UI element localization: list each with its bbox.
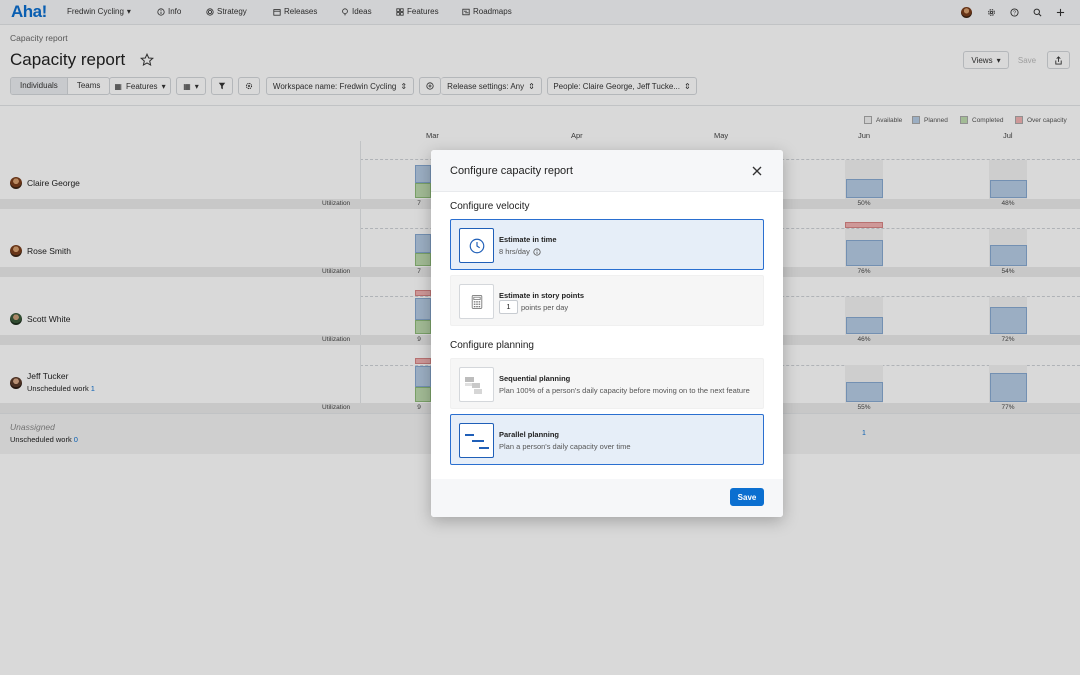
estimate-in-time-option[interactable]: Estimate in time 8 hrs/day [450, 219, 764, 270]
option-description: 1 points per day [499, 300, 568, 314]
velocity-section-title: Configure velocity [450, 201, 530, 212]
modal-header: Configure capacity report [431, 150, 783, 192]
option-description: Plan a person's daily capacity over time [499, 442, 631, 451]
configure-capacity-modal: Configure capacity report Configure velo… [431, 150, 783, 517]
points-per-day-input[interactable]: 1 [499, 300, 518, 314]
save-button[interactable]: Save [730, 488, 764, 506]
option-description: 8 hrs/day [499, 247, 541, 256]
parallel-planning-option[interactable]: Parallel planning Plan a person's daily … [450, 414, 764, 465]
calculator-icon [459, 284, 494, 319]
option-label: Parallel planning [499, 430, 560, 439]
clock-icon [459, 228, 494, 263]
sequential-planning-option[interactable]: Sequential planning Plan 100% of a perso… [450, 358, 764, 409]
close-icon[interactable] [751, 165, 763, 177]
modal-title: Configure capacity report [450, 165, 573, 177]
sequential-planning-icon [459, 367, 494, 402]
planning-section-title: Configure planning [450, 340, 534, 351]
option-label: Estimate in story points [499, 291, 585, 300]
hours-per-day: 8 hrs/day [499, 247, 530, 256]
parallel-planning-icon [459, 423, 494, 458]
option-label: Sequential planning [499, 374, 571, 383]
modal-footer: Save [431, 479, 783, 517]
points-per-day-label: points per day [521, 302, 569, 312]
info-icon[interactable] [533, 247, 541, 256]
estimate-in-story-points-option[interactable]: Estimate in story points 1 points per da… [450, 275, 764, 326]
option-label: Estimate in time [499, 235, 557, 244]
option-description: Plan 100% of a person's daily capacity b… [499, 386, 750, 395]
